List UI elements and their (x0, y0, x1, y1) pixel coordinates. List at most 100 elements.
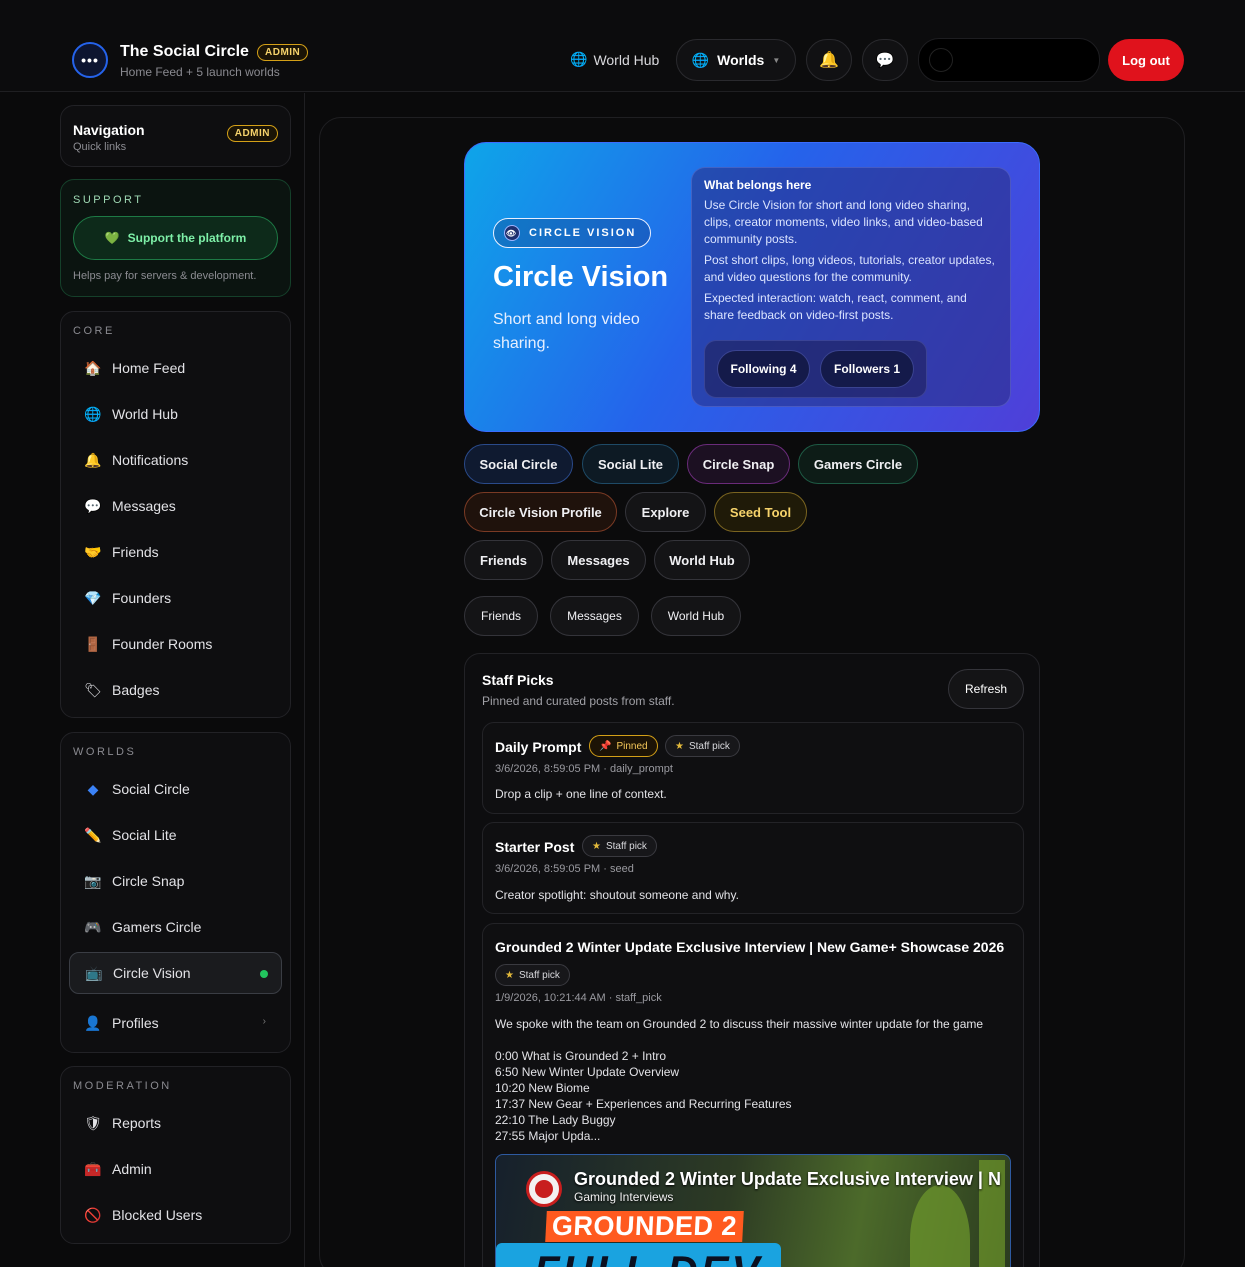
friends-tag[interactable]: Friends (464, 540, 543, 580)
world-hub-tag[interactable]: World Hub (654, 540, 750, 580)
avatar (929, 48, 953, 72)
door-icon: 🚪 (84, 635, 102, 652)
sidebar-item-world-hub[interactable]: 🌐 World Hub (69, 393, 282, 435)
post-card[interactable]: Starter Post ★ Staff pick 3/6/2026, 8:59:… (482, 822, 1024, 914)
seed-tool-tag[interactable]: Seed Tool (714, 492, 807, 532)
staff-pick-badge: ★ Staff pick (665, 735, 740, 757)
sidebar-item-label: World Hub (112, 406, 178, 422)
admin-badge: ADMIN (257, 44, 309, 61)
friends-tag[interactable]: Friends (464, 596, 538, 636)
description-paragraph: Post short clips, long videos, tutorials… (704, 253, 995, 284)
thumbnail-game-title: GROUNDED 2 (545, 1211, 744, 1242)
staff-pick-badge: ★ Staff pick (582, 835, 657, 857)
support-platform-button[interactable]: 💚 Support the platform (73, 216, 278, 260)
post-meta: 3/6/2026, 8:59:05 PM · daily_prompt (495, 763, 673, 775)
sidebar-item-circle-vision[interactable]: 📺 Circle Vision (69, 952, 282, 994)
post-card[interactable]: Grounded 2 Winter Update Exclusive Inter… (482, 923, 1024, 1267)
bell-icon: 🔔 (819, 52, 839, 69)
star-icon: ★ (675, 740, 684, 752)
world-hub-link[interactable]: 🌐 World Hub (570, 51, 659, 68)
sidebar-item-notifications[interactable]: 🔔 Notifications (69, 439, 282, 481)
world-hub-link-label: World Hub (593, 51, 660, 68)
post-title[interactable]: Daily Prompt (495, 739, 581, 755)
thumbnail-banner: FULL DEV (496, 1243, 781, 1267)
messages-tag[interactable]: Messages (551, 540, 646, 580)
sidebar-item-messages[interactable]: 💬 Messages (69, 485, 282, 527)
explore-tag[interactable]: Explore (625, 492, 706, 532)
worlds-section-label: WORLDS (73, 746, 137, 758)
post-title[interactable]: Grounded 2 Winter Update Exclusive Inter… (495, 939, 1004, 955)
sidebar-item-gamers-circle[interactable]: 🎮 Gamers Circle (69, 906, 282, 948)
sidebar-item-label: Circle Snap (112, 873, 185, 889)
world-hero-banner: 👁 CIRCLE VISION Circle Vision Short and … (464, 142, 1040, 432)
sidebar-item-founders[interactable]: 💎 Founders (69, 577, 282, 619)
staff-picks-title: Staff Picks (482, 672, 554, 688)
globe-icon: 🌐 (84, 405, 102, 422)
star-icon: ★ (592, 840, 601, 852)
sidebar-item-friends[interactable]: 🤝 Friends (69, 531, 282, 573)
chevron-right-icon: › (262, 1016, 266, 1027)
followers-button[interactable]: Followers 1 (820, 350, 914, 388)
world-tag-gamers-circle[interactable]: Gamers Circle (798, 444, 918, 484)
sidebar-item-admin[interactable]: 🧰 Admin (69, 1148, 282, 1190)
brand-subtitle: Home Feed + 5 launch worlds (120, 65, 280, 79)
handshake-icon: 🤝 (84, 543, 102, 560)
sidebar-item-label: Home Feed (112, 360, 186, 376)
speech-bubble-icon: 💬 (84, 497, 102, 514)
staff-picks-subtitle: Pinned and curated posts from staff. (482, 694, 675, 708)
worlds-dropdown[interactable]: 🌐 Worlds ▼ (676, 39, 796, 81)
world-description-box: What belongs here Use Circle Vision for … (691, 167, 1011, 407)
sidebar-item-founder-rooms[interactable]: 🚪 Founder Rooms (69, 623, 282, 665)
refresh-button[interactable]: Refresh (948, 669, 1024, 709)
gamepad-icon: 🎮 (84, 918, 102, 935)
support-section-label: SUPPORT (73, 194, 144, 206)
brand-logo-icon[interactable]: ••• (72, 42, 108, 78)
blocked-icon: 🚫 (84, 1206, 102, 1223)
shield-icon: 🛡 (84, 1114, 102, 1131)
sidebar-item-label: Friends (112, 544, 159, 560)
circle-vision-profile-tag[interactable]: Circle Vision Profile (464, 492, 617, 532)
world-tag-circle-snap[interactable]: Circle Snap (687, 444, 790, 484)
notifications-button[interactable]: 🔔 (806, 39, 852, 81)
sidebar-item-label: Admin (112, 1161, 152, 1177)
description-paragraph: Use Circle Vision for short and long vid… (704, 198, 983, 246)
staff-pick-badge-label: Staff pick (518, 969, 560, 981)
sidebar-item-profiles[interactable]: 👤 Profiles › (69, 1002, 282, 1044)
post-card[interactable]: Daily Prompt 📌 Pinned ★ Staff pick 3/6/202… (482, 722, 1024, 814)
moderation-section-label: MODERATION (73, 1080, 172, 1092)
sidebar-item-social-lite[interactable]: ✏️ Social Lite (69, 814, 282, 856)
sidebar-item-label: Blocked Users (112, 1207, 203, 1223)
core-menu: CORE 🏠 Home Feed 🌐 World Hub 🔔 Notification… (60, 311, 291, 718)
messages-tag[interactable]: Messages (550, 596, 639, 636)
staff-pick-badge-label: Staff pick (605, 840, 647, 852)
sidebar-item-home-feed[interactable]: 🏠 Home Feed (69, 347, 282, 389)
sidebar-item-blocked-users[interactable]: 🚫 Blocked Users (69, 1194, 282, 1236)
post-meta: 1/9/2026, 10:21:44 AM · staff_pick (495, 992, 662, 1004)
sidebar-item-circle-snap[interactable]: 📷 Circle Snap (69, 860, 282, 902)
brand-title[interactable]: The Social Circle (120, 43, 249, 61)
video-thumbnail[interactable]: Grounded 2 Winter Update Exclusive Inter… (495, 1154, 1011, 1267)
world-tag-social-lite[interactable]: Social Lite (582, 444, 679, 484)
following-button[interactable]: Following 4 (717, 350, 810, 388)
sidebar-item-badges[interactable]: 🏷 Badges (69, 669, 282, 711)
worlds-dropdown-label: Worlds (717, 52, 765, 68)
profile-menu[interactable] (918, 38, 1100, 82)
sidebar-item-label: Social Circle (112, 781, 190, 797)
post-body: Drop a clip + one line of context. (495, 787, 667, 801)
top-header: ••• The Social Circle ADMIN Home Feed + … (0, 0, 1245, 92)
world-hub-tag[interactable]: World Hub (651, 596, 741, 636)
sidebar-item-reports[interactable]: 🛡 Reports (69, 1102, 282, 1144)
navigation-subtitle: Quick links (73, 141, 127, 153)
core-section-label: CORE (73, 325, 115, 337)
sidebar-item-social-circle[interactable]: ◆ Social Circle (69, 768, 282, 810)
sidebar-item-label: Profiles (112, 1015, 159, 1031)
thumbnail-foliage (910, 1185, 970, 1267)
post-title[interactable]: Starter Post (495, 839, 574, 855)
messages-button[interactable]: 💬 (862, 39, 908, 81)
admin-badge: ADMIN (226, 125, 278, 142)
logout-button[interactable]: Log out (1108, 39, 1184, 81)
sidebar-item-label: Reports (112, 1115, 162, 1131)
world-tag-social-circle[interactable]: Social Circle (464, 444, 573, 484)
description-paragraph: Expected interaction: watch, react, comm… (704, 291, 967, 322)
staff-pick-badge-label: Staff pick (688, 740, 730, 752)
